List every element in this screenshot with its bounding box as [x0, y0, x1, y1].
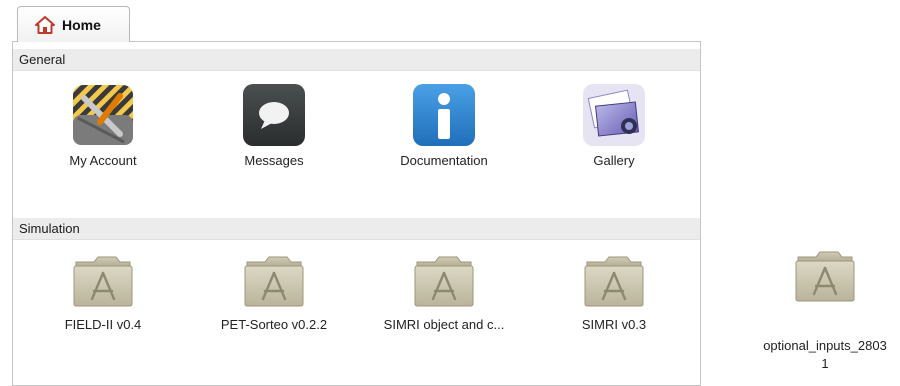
label-line-2: 1 — [821, 356, 829, 371]
app-gallery[interactable]: Gallery — [539, 82, 689, 168]
app-label: FIELD-II v0.4 — [64, 317, 142, 332]
house-icon — [34, 15, 56, 35]
section-header-general: General — [13, 49, 700, 71]
app-my-account[interactable]: My Account — [28, 82, 178, 168]
app-simri-object[interactable]: SIMRI object and c... — [369, 252, 519, 332]
app-label: Messages — [244, 153, 304, 168]
applications-folder-icon — [411, 252, 477, 312]
section-header-simulation: Simulation — [13, 218, 700, 240]
speech-bubble-icon — [241, 82, 307, 148]
app-label: SIMRI object and c... — [383, 317, 505, 332]
app-label: Gallery — [593, 153, 635, 168]
tab-home[interactable]: Home — [17, 6, 130, 42]
app-label: Documentation — [400, 153, 488, 168]
app-label: PET-Sorteo v0.2.2 — [220, 317, 328, 332]
app-documentation[interactable]: Documentation — [369, 82, 519, 168]
applications-folder-icon — [241, 252, 307, 312]
tab-label: Home — [62, 16, 101, 33]
app-pet-sorteo[interactable]: PET-Sorteo v0.2.2 — [199, 252, 349, 332]
app-messages[interactable]: Messages — [199, 82, 349, 168]
label-line-1: optional_inputs_2803 — [763, 338, 887, 353]
applications-folder-icon — [581, 252, 647, 312]
app-label: SIMRI v0.3 — [581, 317, 647, 332]
info-icon — [411, 82, 477, 148]
desktop-item-optional-inputs[interactable]: optional_inputs_2803 1 — [748, 247, 900, 373]
app-field-ii[interactable]: FIELD-II v0.4 — [28, 252, 178, 332]
applications-folder-icon — [792, 247, 858, 307]
app-simri[interactable]: SIMRI v0.3 — [539, 252, 689, 332]
home-panel: General My Account Messages Documentatio… — [12, 41, 701, 386]
tools-icon — [70, 82, 136, 148]
photos-icon — [581, 82, 647, 148]
app-label: My Account — [69, 153, 137, 168]
desktop-item-label: optional_inputs_2803 1 — [748, 337, 900, 373]
applications-folder-icon — [70, 252, 136, 312]
